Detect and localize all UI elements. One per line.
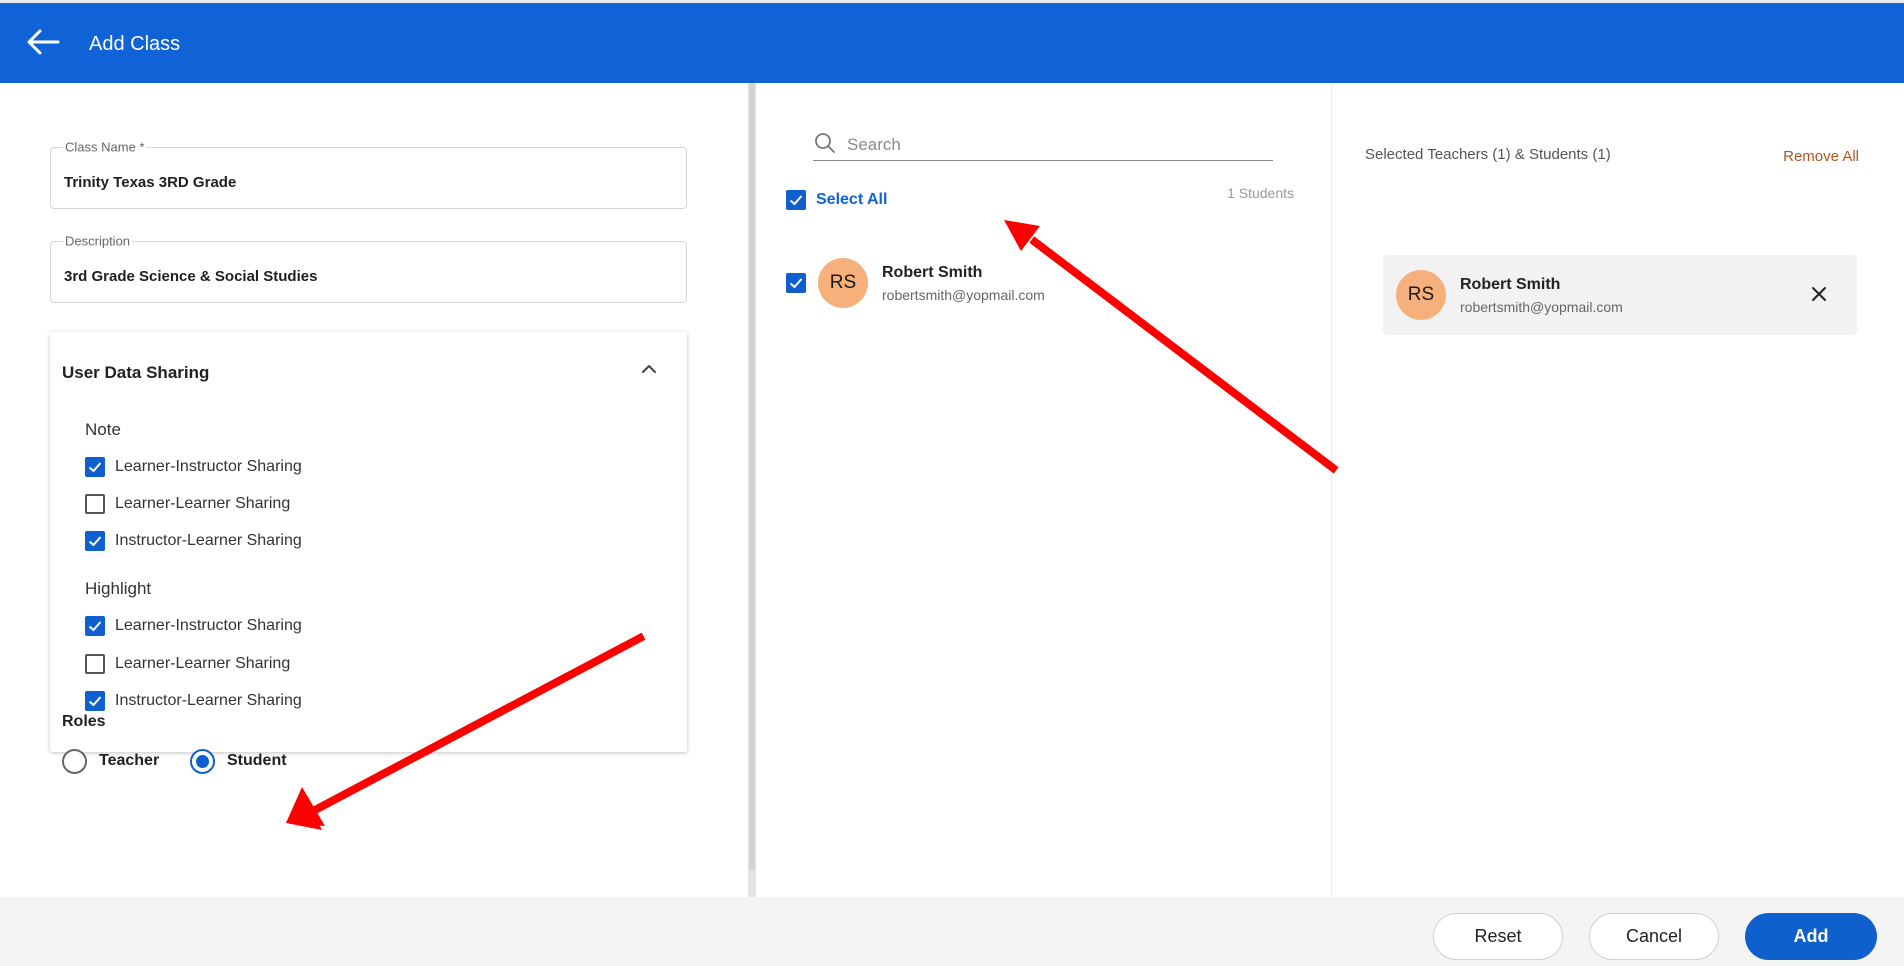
student-list-panel: Select All 1 Students RS Robert Smith ro… — [756, 83, 1332, 897]
student-name: Robert Smith — [882, 263, 983, 281]
note-learner-instructor-checkbox[interactable]: Learner-Instructor Sharing — [85, 456, 302, 478]
footer-bar: Reset Cancel Add — [0, 897, 1904, 966]
class-name-field[interactable]: Class Name * Trinity Texas 3RD Grade — [50, 139, 687, 209]
student-email: robertsmith@yopmail.com — [882, 286, 1045, 303]
selected-member-name: Robert Smith — [1460, 275, 1561, 293]
left-panel-scrollbar[interactable] — [748, 83, 756, 897]
chevron-up-icon[interactable] — [638, 358, 660, 380]
description-field[interactable]: Description 3rd Grade Science & Social S… — [50, 233, 687, 303]
student-list-item[interactable]: RS Robert Smith robertsmith@yopmail.com — [786, 254, 1286, 312]
selected-members-title: Selected Teachers (1) & Students (1) — [1365, 146, 1611, 163]
class-name-value[interactable]: Trinity Texas 3RD Grade — [64, 174, 236, 191]
cancel-button[interactable]: Cancel — [1589, 913, 1719, 960]
highlight-learner-instructor-checkbox[interactable]: Learner-Instructor Sharing — [85, 615, 302, 637]
note-group-label: Note — [85, 420, 121, 439]
role-teacher-radio[interactable]: Teacher — [62, 748, 159, 774]
page-title: Add Class — [89, 33, 181, 55]
checkbox-checked-icon[interactable] — [85, 616, 105, 636]
avatar: RS — [818, 258, 868, 308]
back-arrow-icon[interactable] — [26, 27, 60, 57]
checkbox-checked-icon[interactable] — [85, 691, 105, 711]
roles-label: Roles — [62, 713, 106, 730]
checkbox-checked-icon[interactable] — [786, 273, 806, 293]
checkbox-label: Learner-Instructor Sharing — [115, 617, 302, 634]
close-icon[interactable] — [1808, 283, 1830, 305]
search-icon — [815, 133, 835, 153]
radio-unselected-icon[interactable] — [62, 748, 87, 774]
note-learner-learner-checkbox[interactable]: Learner-Learner Sharing — [85, 493, 290, 515]
reset-button[interactable]: Reset — [1433, 913, 1563, 960]
selected-member-info: Robert Smith robertsmith@yopmail.com — [1460, 276, 1623, 315]
radio-label: Student — [227, 752, 287, 769]
add-class-screen: Add Class Class Name * Trinity Texas 3RD… — [0, 0, 1904, 966]
checkbox-unchecked-icon[interactable] — [85, 654, 105, 674]
search-bar — [813, 129, 1273, 161]
checkbox-checked-icon[interactable] — [85, 531, 105, 551]
class-details-panel: Class Name * Trinity Texas 3RD Grade Des… — [0, 83, 748, 897]
remove-all-link[interactable]: Remove All — [1783, 148, 1859, 165]
checkbox-label: Learner-Learner Sharing — [115, 495, 291, 512]
selected-member-email: robertsmith@yopmail.com — [1460, 298, 1623, 315]
search-input[interactable] — [847, 133, 1267, 157]
note-instructor-learner-checkbox[interactable]: Instructor-Learner Sharing — [85, 530, 302, 552]
user-data-sharing-title: User Data Sharing — [62, 363, 210, 382]
class-name-label: Class Name * — [63, 139, 147, 155]
student-count: 1 Students — [1227, 185, 1294, 201]
checkbox-label: Learner-Learner Sharing — [115, 655, 291, 672]
description-value[interactable]: 3rd Grade Science & Social Studies — [64, 268, 317, 285]
radio-label: Teacher — [99, 752, 160, 769]
checkbox-label: Instructor-Learner Sharing — [115, 532, 302, 549]
highlight-group-label: Highlight — [85, 579, 152, 598]
checkbox-checked-icon[interactable] — [786, 190, 806, 210]
select-all-checkbox[interactable]: Select All — [786, 190, 887, 210]
select-all-label: Select All — [816, 191, 888, 208]
radio-selected-icon[interactable] — [190, 748, 215, 774]
checkbox-label: Learner-Instructor Sharing — [115, 458, 302, 475]
checkbox-unchecked-icon[interactable] — [85, 494, 105, 514]
description-label: Description — [63, 233, 133, 249]
app-header: Add Class — [0, 0, 1904, 83]
selected-members-panel: Selected Teachers (1) & Students (1) Rem… — [1333, 83, 1904, 897]
add-button[interactable]: Add — [1745, 913, 1877, 960]
highlight-learner-learner-checkbox[interactable]: Learner-Learner Sharing — [85, 653, 290, 675]
role-student-radio[interactable]: Student — [190, 748, 287, 774]
highlight-instructor-learner-checkbox[interactable]: Instructor-Learner Sharing — [85, 690, 302, 712]
selected-member-card: RS Robert Smith robertsmith@yopmail.com — [1383, 255, 1857, 335]
user-data-sharing-panel: User Data Sharing Note Learner-Instructo… — [50, 332, 687, 752]
checkbox-checked-icon[interactable] — [85, 457, 105, 477]
checkbox-label: Instructor-Learner Sharing — [115, 692, 302, 709]
scrollbar-thumb[interactable] — [749, 83, 755, 870]
student-info: Robert Smith robertsmith@yopmail.com — [882, 264, 1045, 303]
avatar: RS — [1396, 270, 1446, 320]
